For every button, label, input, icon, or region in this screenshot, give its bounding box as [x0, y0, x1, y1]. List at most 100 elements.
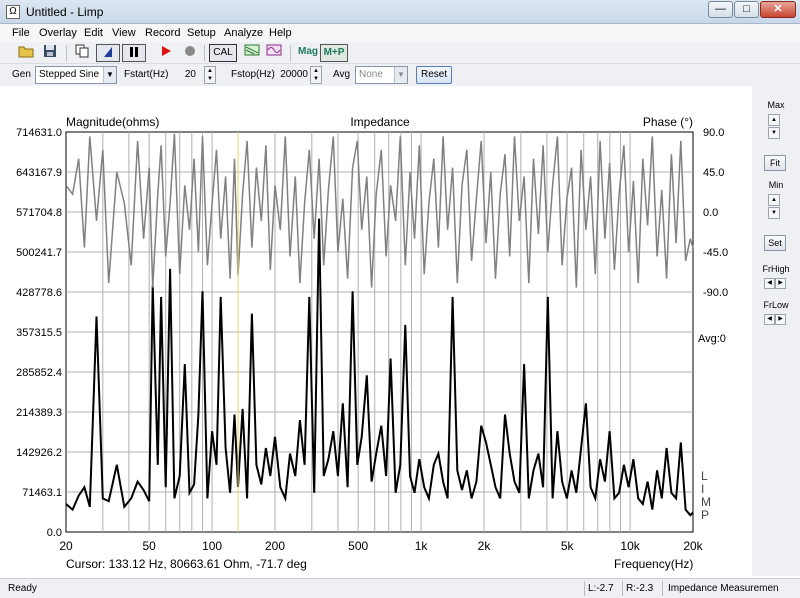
- status-separator: [584, 581, 585, 596]
- limp-letter: I: [701, 482, 704, 496]
- x-tick-label: 500: [348, 539, 368, 553]
- x-tick-label: 1k: [415, 539, 429, 553]
- x-tick-label: 5k: [561, 539, 575, 553]
- gen-select[interactable]: Stepped Sine ▼: [35, 66, 117, 84]
- status-bar: Ready L:-2.7 R:-2.3 Impedance Measuremen: [0, 578, 800, 598]
- menu-overlay[interactable]: Overlay: [39, 27, 77, 39]
- fstart-value[interactable]: 20: [176, 69, 196, 80]
- left-tick-label: 142926.2: [16, 447, 62, 459]
- magnitude-phase-button[interactable]: M+P: [320, 44, 348, 62]
- save-disk-icon[interactable]: [40, 44, 60, 62]
- fstop-value[interactable]: 20000: [276, 69, 308, 80]
- avg-label: Avg: [333, 69, 351, 80]
- x-tick-label: 20k: [683, 539, 703, 553]
- copy-icon[interactable]: [72, 44, 92, 62]
- min-label: Min: [768, 180, 784, 190]
- toolbar-separator: [290, 45, 291, 61]
- menu-analyze[interactable]: Analyze: [224, 27, 263, 39]
- toolbar: CAL Mag M+P: [0, 42, 800, 64]
- x-tick-label: 50: [142, 539, 156, 553]
- menu-record[interactable]: Record: [145, 27, 180, 39]
- avg-select[interactable]: None ▼: [355, 66, 408, 84]
- waveform-icon[interactable]: [264, 44, 284, 62]
- left-tick-label: 428778.6: [16, 287, 62, 299]
- window-title: Untitled - Limp: [26, 5, 104, 19]
- mag-button[interactable]: Mag: [296, 44, 320, 62]
- left-tick-label: 285852.4: [16, 367, 62, 379]
- x-tick-label: 10k: [620, 539, 640, 553]
- fstart-label: Fstart(Hz): [124, 69, 169, 80]
- stop-icon[interactable]: [180, 44, 200, 62]
- cursor-readout: Cursor: 133.12 Hz, 80663.61 Ohm, -71.7 d…: [66, 557, 307, 571]
- menu-setup[interactable]: Setup: [187, 27, 216, 39]
- maximize-button[interactable]: □: [734, 1, 759, 18]
- right-tick-label: 0.0: [703, 207, 718, 219]
- toolbar-separator: [204, 45, 205, 61]
- chevron-down-icon: ▼: [394, 67, 407, 83]
- max-down-arrow-icon[interactable]: ▼: [768, 127, 780, 139]
- fstart-stepper[interactable]: ▲ ▼: [204, 66, 216, 84]
- left-tick-label: 71463.1: [22, 487, 62, 499]
- status-mode: Impedance Measuremen: [668, 583, 779, 594]
- pause-icon[interactable]: [122, 44, 146, 62]
- side-panel: Max ▲ ▼ Fit Min ▲ ▼ Set FrHigh ◀ ▶ FrLow …: [752, 86, 800, 576]
- left-tick-label: 500241.7: [16, 247, 62, 259]
- left-axis-title: Magnitude(ohms): [66, 115, 159, 129]
- left-tick-label: 0.0: [47, 527, 62, 539]
- x-tick-label: 200: [265, 539, 285, 553]
- right-tick-label: 90.0: [703, 127, 724, 139]
- x-tick-label: 2k: [478, 539, 492, 553]
- close-button[interactable]: ✕: [760, 1, 796, 18]
- left-tick-label: 357315.5: [16, 327, 62, 339]
- right-axis-title: Phase (°): [643, 115, 693, 129]
- frhigh-label: FrHigh: [762, 264, 790, 274]
- fit-button[interactable]: Fit: [764, 155, 786, 171]
- menu-file[interactable]: File: [12, 27, 30, 39]
- impedance-chart[interactable]: 714631.0 643167.9 571704.8 500241.7 428778.6…: [0, 90, 752, 576]
- magnitude-series-line: [65, 218, 694, 517]
- cal-button[interactable]: CAL: [209, 44, 237, 62]
- fstop-stepper[interactable]: ▲ ▼: [310, 66, 322, 84]
- status-left-level: L:-2.7: [588, 583, 614, 594]
- menu-edit[interactable]: Edit: [84, 27, 103, 39]
- left-tick-label: 214389.3: [16, 407, 62, 419]
- avg-select-value: None: [359, 69, 383, 80]
- frhigh-stepper[interactable]: ◀ ▶: [764, 278, 786, 289]
- min-up-arrow-icon[interactable]: ▲: [768, 194, 780, 206]
- gen-select-value: Stepped Sine: [39, 69, 100, 80]
- x-axis-title: Frequency(Hz): [614, 557, 693, 571]
- status-ready: Ready: [8, 583, 37, 594]
- menu-help[interactable]: Help: [269, 27, 292, 39]
- toolbar-separator: [66, 45, 67, 61]
- menu-bar: File Overlay Edit View Record Setup Anal…: [0, 24, 800, 42]
- phase-series-line: [65, 133, 694, 288]
- left-tick-label: 571704.8: [16, 207, 62, 219]
- min-down-arrow-icon[interactable]: ▼: [768, 207, 780, 219]
- right-tick-label: -45.0: [703, 247, 728, 259]
- cursor-mode-icon[interactable]: [96, 44, 120, 62]
- menu-view[interactable]: View: [112, 27, 136, 39]
- filter-icon[interactable]: [242, 44, 262, 62]
- reset-button[interactable]: Reset: [416, 66, 453, 84]
- chart-title: Impedance: [350, 115, 410, 129]
- limp-watermark: LIMP: [701, 469, 711, 522]
- status-right-level: R:-2.3: [626, 583, 654, 594]
- minimize-button[interactable]: —: [708, 1, 733, 18]
- record-icon[interactable]: [156, 44, 176, 62]
- frlow-stepper[interactable]: ◀ ▶: [764, 314, 786, 325]
- fstop-label: Fstop(Hz): [231, 69, 275, 80]
- avg-text: Avg:0: [698, 333, 726, 345]
- frlow-label: FrLow: [763, 300, 789, 310]
- x-tick-label: 20: [59, 539, 73, 553]
- open-folder-icon[interactable]: [16, 44, 36, 62]
- status-separator: [662, 581, 663, 596]
- left-tick-label: 643167.9: [16, 167, 62, 179]
- limp-letter: M: [701, 495, 711, 509]
- right-tick-label: -90.0: [703, 287, 728, 299]
- series-group: [65, 133, 694, 517]
- chevron-down-icon: ▼: [103, 67, 116, 83]
- axis-labels: 714631.0 643167.9 571704.8 500241.7 428778.6…: [16, 127, 728, 553]
- set-button[interactable]: Set: [764, 235, 786, 251]
- max-up-arrow-icon[interactable]: ▲: [768, 114, 780, 126]
- status-separator: [622, 581, 623, 596]
